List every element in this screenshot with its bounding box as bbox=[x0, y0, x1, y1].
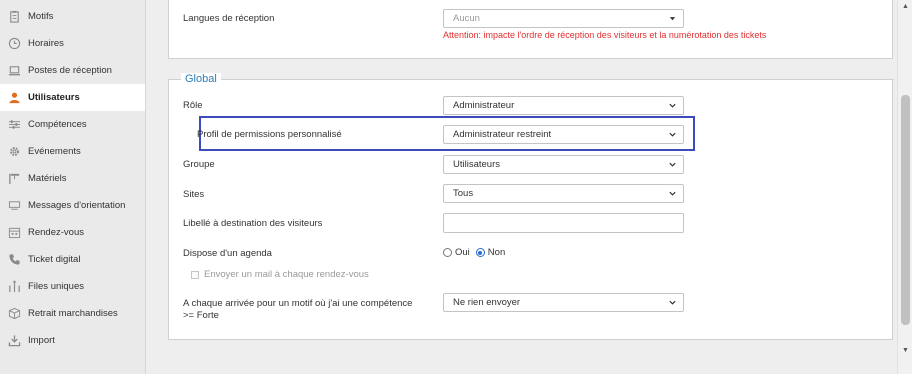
sidebar: Motifs Horaires Postes de réception Util… bbox=[0, 0, 146, 374]
agenda-non-label: Non bbox=[487, 247, 506, 258]
projector-icon bbox=[7, 172, 21, 186]
global-panel: Global Rôle Administrateur Profil de per… bbox=[168, 73, 894, 340]
sidebar-item-label: Evénements bbox=[28, 146, 81, 157]
radio-oui[interactable] bbox=[443, 248, 452, 257]
langues-warning: Attention: impacte l'ordre de réception … bbox=[443, 30, 767, 40]
arrivee-label-line2: >= Forte bbox=[183, 310, 219, 321]
radio-non[interactable] bbox=[475, 248, 485, 257]
sidebar-item-rendez-vous[interactable]: Rendez-vous bbox=[0, 219, 145, 246]
sidebar-item-label: Import bbox=[28, 335, 55, 346]
sidebar-item-label: Rendez-vous bbox=[28, 227, 84, 238]
role-select[interactable]: Administrateur bbox=[443, 96, 684, 115]
sidebar-item-label: Retrait marchandises bbox=[28, 308, 118, 319]
scrollbar[interactable]: ▲ ▼ bbox=[897, 0, 912, 374]
profil-select-value: Administrateur restreint bbox=[453, 129, 552, 140]
package-icon bbox=[7, 307, 21, 321]
mail-checkbox-row[interactable]: Envoyer un mail à chaque rendez-vous bbox=[191, 269, 369, 280]
sidebar-item-ticket-digital[interactable]: Ticket digital bbox=[0, 246, 145, 273]
langues-panel: Langues de réception Aucun Attention: im… bbox=[168, 0, 893, 59]
sidebar-item-evenements[interactable]: Evénements bbox=[0, 138, 145, 165]
chevron-down-icon bbox=[669, 191, 676, 196]
langues-label: Langues de réception bbox=[183, 13, 275, 24]
arrivee-select[interactable]: Ne rien envoyer bbox=[443, 293, 684, 312]
sites-label: Sites bbox=[183, 189, 205, 200]
main-content: Langues de réception Aucun Attention: im… bbox=[146, 0, 897, 374]
calendar-icon bbox=[7, 226, 21, 240]
agenda-non-option[interactable]: Non bbox=[475, 247, 506, 258]
agenda-oui-label: Oui bbox=[455, 247, 470, 258]
sidebar-item-label: Motifs bbox=[28, 11, 54, 22]
scroll-down-icon[interactable]: ▼ bbox=[902, 347, 909, 354]
libelle-label: Libellé à destination des visiteurs bbox=[183, 218, 323, 229]
chevron-down-icon bbox=[669, 300, 676, 305]
agenda-radio-group: Oui Non bbox=[443, 247, 511, 258]
sidebar-item-competences[interactable]: Compétences bbox=[0, 111, 145, 138]
global-fieldset: Global Rôle Administrateur Profil de per… bbox=[169, 73, 894, 340]
laptop-icon bbox=[7, 64, 21, 78]
sidebar-item-import[interactable]: Import bbox=[0, 327, 145, 354]
sidebar-item-label: Compétences bbox=[28, 119, 87, 130]
sidebar-item-label: Horaires bbox=[28, 38, 64, 49]
phone-icon bbox=[7, 253, 21, 267]
mail-checkbox[interactable] bbox=[191, 270, 199, 279]
sidebar-item-horaires[interactable]: Horaires bbox=[0, 30, 145, 57]
sidebar-item-files-uniques[interactable]: Files uniques bbox=[0, 273, 145, 300]
sliders-icon bbox=[7, 118, 21, 132]
sidebar-item-retrait[interactable]: Retrait marchandises bbox=[0, 300, 145, 327]
sidebar-item-label: Messages d'orientation bbox=[28, 200, 126, 211]
mail-checkbox-label: Envoyer un mail à chaque rendez-vous bbox=[204, 269, 369, 280]
libelle-input[interactable] bbox=[443, 213, 684, 233]
sites-select-value: Tous bbox=[453, 188, 474, 199]
scroll-up-icon[interactable]: ▲ bbox=[902, 3, 909, 10]
sidebar-item-label: Postes de réception bbox=[28, 65, 112, 76]
role-select-value: Administrateur bbox=[453, 100, 515, 111]
queue-icon bbox=[7, 280, 21, 294]
sidebar-item-label: Files uniques bbox=[28, 281, 84, 292]
sidebar-item-motifs[interactable]: Motifs bbox=[0, 3, 145, 30]
sidebar-item-label: Utilisateurs bbox=[28, 92, 80, 103]
chevron-down-icon bbox=[669, 132, 676, 137]
download-icon bbox=[7, 334, 21, 348]
agenda-oui-option[interactable]: Oui bbox=[443, 247, 470, 258]
caret-down-icon bbox=[669, 17, 676, 21]
arrivee-select-value: Ne rien envoyer bbox=[453, 297, 521, 308]
groupe-label: Groupe bbox=[183, 159, 215, 170]
global-legend: Global bbox=[181, 73, 221, 85]
gear-icon bbox=[7, 145, 21, 159]
langues-select[interactable]: Aucun bbox=[443, 9, 684, 28]
sidebar-item-label: Matériels bbox=[28, 173, 67, 184]
sidebar-item-materiels[interactable]: Matériels bbox=[0, 165, 145, 192]
sidebar-item-postes[interactable]: Postes de réception bbox=[0, 57, 145, 84]
arrivee-label-line1: A chaque arrivée pour un motif où j'ai u… bbox=[183, 298, 413, 309]
sidebar-item-messages[interactable]: Messages d'orientation bbox=[0, 192, 145, 219]
agenda-label: Dispose d'un agenda bbox=[183, 248, 272, 259]
profil-label: Profil de permissions personnalisé bbox=[197, 129, 342, 140]
chevron-down-icon bbox=[669, 162, 676, 167]
sites-select[interactable]: Tous bbox=[443, 184, 684, 203]
sidebar-item-label: Ticket digital bbox=[28, 254, 81, 265]
langues-select-value: Aucun bbox=[453, 13, 480, 24]
sidebar-item-utilisateurs[interactable]: Utilisateurs bbox=[0, 84, 145, 111]
clock-icon bbox=[7, 37, 21, 51]
scrollbar-thumb[interactable] bbox=[901, 95, 910, 325]
message-icon bbox=[7, 199, 21, 213]
clipboard-icon bbox=[7, 10, 21, 24]
groupe-select-value: Utilisateurs bbox=[453, 159, 500, 170]
profil-select[interactable]: Administrateur restreint bbox=[443, 125, 684, 144]
user-icon bbox=[7, 91, 21, 105]
role-label: Rôle bbox=[183, 100, 203, 111]
groupe-select[interactable]: Utilisateurs bbox=[443, 155, 684, 174]
chevron-down-icon bbox=[669, 103, 676, 108]
